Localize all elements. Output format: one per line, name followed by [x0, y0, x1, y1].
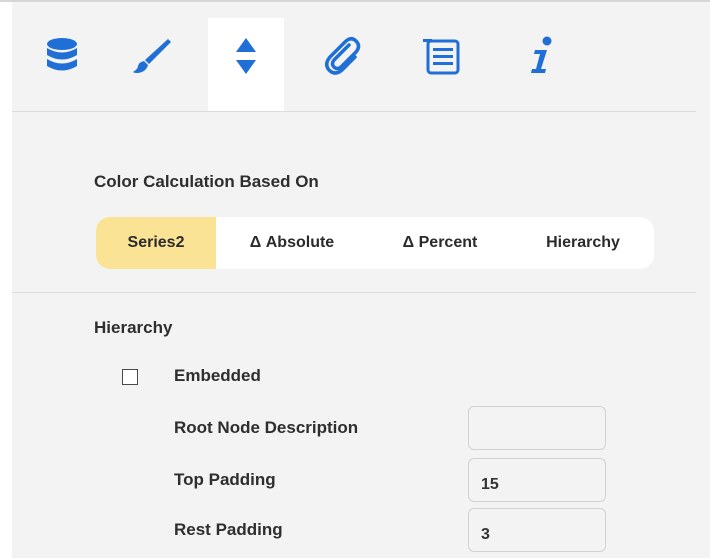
embedded-checkbox[interactable]	[122, 369, 138, 385]
root-node-description-input[interactable]	[468, 406, 606, 450]
rest-padding-input[interactable]	[468, 508, 606, 552]
option-series2[interactable]: Series2	[96, 217, 216, 269]
tab-attachment[interactable]	[304, 18, 380, 112]
settings-panel: Color Calculation Based On Series2 Δ Abs…	[12, 2, 710, 558]
tab-style[interactable]	[114, 18, 190, 112]
tab-bar-border	[12, 111, 696, 112]
rest-padding-label: Rest Padding	[174, 520, 283, 539]
color-calculation-title: Color Calculation Based On	[94, 172, 319, 191]
tab-data[interactable]	[24, 18, 100, 112]
paperclip-icon	[325, 37, 361, 75]
database-icon	[47, 38, 77, 71]
tab-list[interactable]	[404, 18, 480, 112]
color-calculation-selector: Series2 Δ Absolute Δ Percent Hierarchy	[96, 217, 654, 269]
option-delta-percent[interactable]: Δ Percent	[368, 217, 512, 269]
tab-info[interactable]	[504, 18, 580, 112]
option-hierarchy[interactable]: Hierarchy	[512, 217, 654, 269]
sort-arrows-icon	[236, 38, 256, 74]
embedded-label: Embedded	[174, 366, 261, 385]
list-icon	[423, 39, 460, 75]
root-node-description-label: Root Node Description	[174, 418, 359, 437]
top-padding-input[interactable]	[468, 458, 606, 502]
top-padding-label: Top Padding	[174, 470, 276, 489]
hierarchy-title: Hierarchy	[94, 318, 173, 337]
tab-bar	[12, 2, 710, 112]
tab-sort[interactable]	[208, 18, 284, 112]
option-delta-absolute[interactable]: Δ Absolute	[216, 217, 368, 269]
info-icon	[531, 36, 552, 73]
brush-icon	[133, 39, 171, 73]
section-divider	[12, 292, 696, 293]
